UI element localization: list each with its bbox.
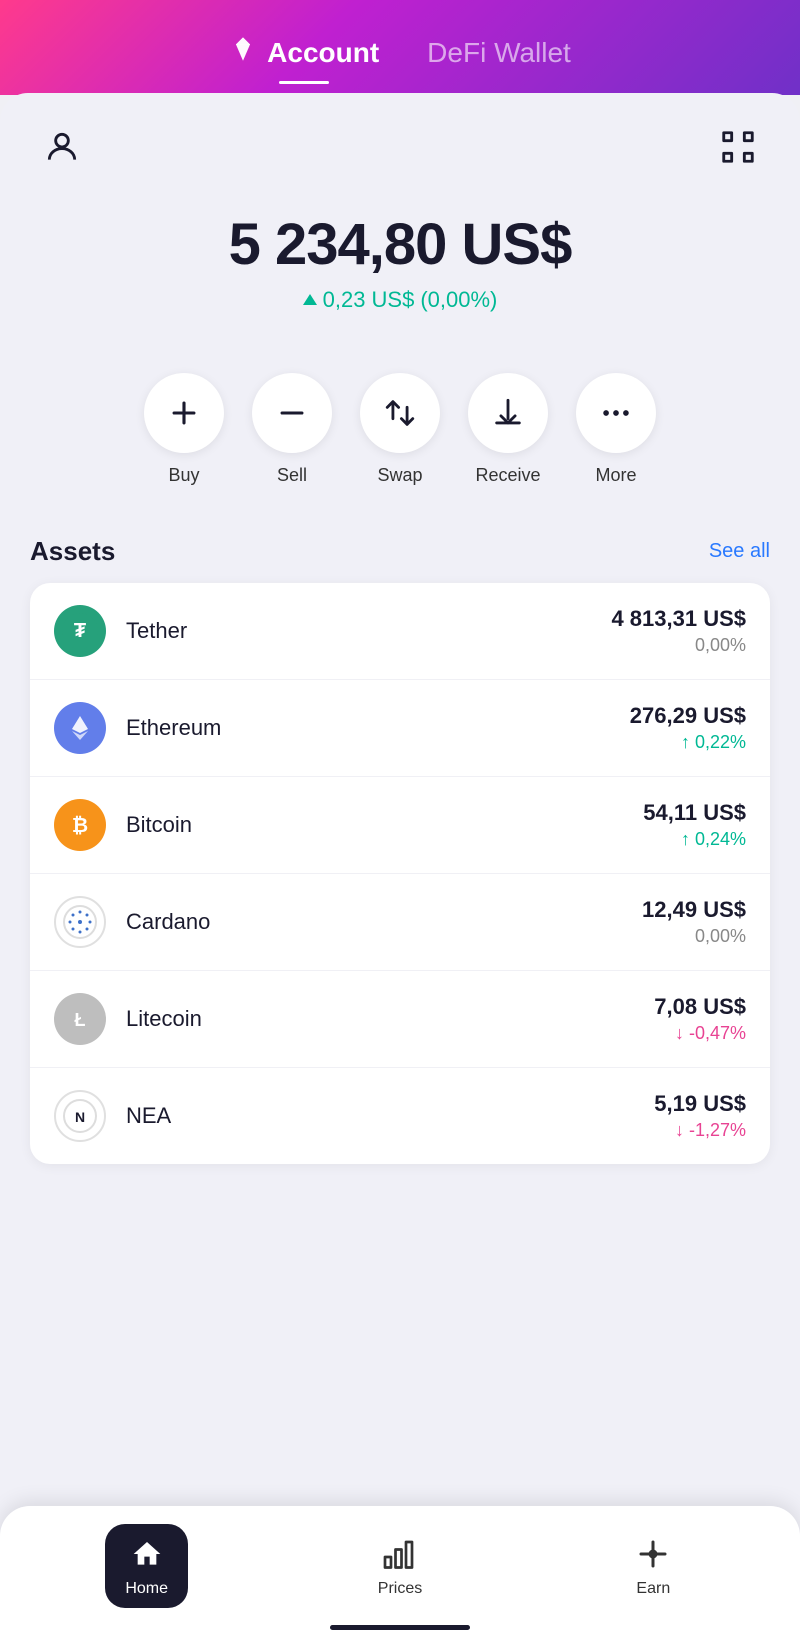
top-icons-row <box>0 93 800 183</box>
more-action[interactable]: More <box>576 373 656 486</box>
eth-usd: 276,29 US$ <box>630 703 746 729</box>
btc-values: 54,11 US$ ↑ 0,24% <box>643 800 746 850</box>
up-arrow-icon <box>303 294 317 305</box>
nea-pct: ↓ -1,27% <box>654 1120 746 1141</box>
tether-logo: ₮ <box>54 605 106 657</box>
defi-tab[interactable]: DeFi Wallet <box>403 27 595 79</box>
nea-logo: N <box>54 1090 106 1142</box>
ltc-usd: 7,08 US$ <box>654 994 746 1020</box>
ada-values: 12,49 US$ 0,00% <box>642 897 746 947</box>
ada-pct: 0,00% <box>642 926 746 947</box>
asset-row-ada[interactable]: Cardano 12,49 US$ 0,00% <box>30 874 770 971</box>
asset-row-ltc[interactable]: Ł Litecoin 7,08 US$ ↓ -0,47% <box>30 971 770 1068</box>
ada-logo <box>54 896 106 948</box>
swap-circle <box>360 373 440 453</box>
defi-tab-label: DeFi Wallet <box>427 37 571 69</box>
buy-circle <box>144 373 224 453</box>
btc-usd: 54,11 US$ <box>643 800 746 826</box>
bottom-indicator <box>330 1625 470 1630</box>
tether-values: 4 813,31 US$ 0,00% <box>611 606 746 656</box>
more-label: More <box>595 465 636 486</box>
see-all-button[interactable]: See all <box>709 540 770 563</box>
balance-change: 0,23 US$ (0,00%) <box>20 287 780 313</box>
assets-title: Assets <box>30 536 115 567</box>
asset-row-btc[interactable]: ₿ Bitcoin 54,11 US$ ↑ 0,24% <box>30 777 770 874</box>
account-tab-label: Account <box>267 37 379 69</box>
nav-home[interactable]: Home <box>20 1524 273 1608</box>
tether-pct: 0,00% <box>611 635 746 656</box>
earn-label: Earn <box>636 1580 670 1598</box>
balance-section: 5 234,80 US$ 0,23 US$ (0,00%) <box>0 183 800 333</box>
svg-text:₮: ₮ <box>74 620 86 642</box>
main-card: 5 234,80 US$ 0,23 US$ (0,00%) Buy S <box>0 93 800 1636</box>
ltc-values: 7,08 US$ ↓ -0,47% <box>654 994 746 1044</box>
nea-usd: 5,19 US$ <box>654 1091 746 1117</box>
buy-label: Buy <box>168 465 199 486</box>
eth-logo <box>54 702 106 754</box>
ltc-name: Litecoin <box>126 1006 654 1032</box>
swap-action[interactable]: Swap <box>360 373 440 486</box>
header: Account DeFi Wallet <box>0 0 800 95</box>
receive-action[interactable]: Receive <box>468 373 548 486</box>
actions-row: Buy Sell Swap <box>0 333 800 516</box>
nav-prices[interactable]: Prices <box>273 1534 526 1598</box>
balance-amount: 5 234,80 US$ <box>20 213 780 277</box>
ltc-pct: ↓ -0,47% <box>654 1023 746 1044</box>
svg-text:N: N <box>75 1109 85 1125</box>
btc-pct: ↑ 0,24% <box>643 829 746 850</box>
btc-name: Bitcoin <box>126 812 643 838</box>
ada-usd: 12,49 US$ <box>642 897 746 923</box>
ltc-logo: Ł <box>54 993 106 1045</box>
sell-label: Sell <box>277 465 307 486</box>
assets-header: Assets See all <box>30 536 770 567</box>
tether-usd: 4 813,31 US$ <box>611 606 746 632</box>
receive-label: Receive <box>475 465 540 486</box>
prices-label: Prices <box>378 1580 422 1598</box>
sell-action[interactable]: Sell <box>252 373 332 486</box>
ada-name: Cardano <box>126 909 642 935</box>
btc-logo: ₿ <box>54 799 106 851</box>
prices-icon <box>380 1534 420 1574</box>
profile-button[interactable] <box>36 121 88 173</box>
account-tab[interactable]: Account <box>205 25 403 80</box>
eth-name: Ethereum <box>126 715 630 741</box>
change-amount: 0,23 US$ <box>323 287 415 313</box>
home-icon <box>127 1534 167 1574</box>
home-pill: Home <box>105 1524 188 1608</box>
receive-circle <box>468 373 548 453</box>
diamond-icon <box>229 35 257 70</box>
asset-row-eth[interactable]: Ethereum 276,29 US$ ↑ 0,22% <box>30 680 770 777</box>
buy-action[interactable]: Buy <box>144 373 224 486</box>
eth-values: 276,29 US$ ↑ 0,22% <box>630 703 746 753</box>
asset-list: ₮ Tether 4 813,31 US$ 0,00% <box>30 583 770 1164</box>
more-circle <box>576 373 656 453</box>
earn-icon <box>633 1534 673 1574</box>
nea-name: NEA <box>126 1103 654 1129</box>
svg-text:Ł: Ł <box>75 1010 86 1030</box>
swap-label: Swap <box>377 465 422 486</box>
home-label: Home <box>125 1580 168 1598</box>
svg-text:₿: ₿ <box>72 815 88 837</box>
eth-pct: ↑ 0,22% <box>630 732 746 753</box>
asset-row-nea[interactable]: N NEA 5,19 US$ ↓ -1,27% <box>30 1068 770 1164</box>
assets-section: Assets See all ₮ Tether 4 813,31 US$ 0,0… <box>0 516 800 1164</box>
sell-circle <box>252 373 332 453</box>
scan-button[interactable] <box>712 121 764 173</box>
bottom-nav: Home Prices Earn <box>0 1506 800 1638</box>
nea-values: 5,19 US$ ↓ -1,27% <box>654 1091 746 1141</box>
asset-row-tether[interactable]: ₮ Tether 4 813,31 US$ 0,00% <box>30 583 770 680</box>
nav-earn[interactable]: Earn <box>527 1534 780 1598</box>
change-pct: (0,00%) <box>420 287 497 313</box>
tether-name: Tether <box>126 618 611 644</box>
